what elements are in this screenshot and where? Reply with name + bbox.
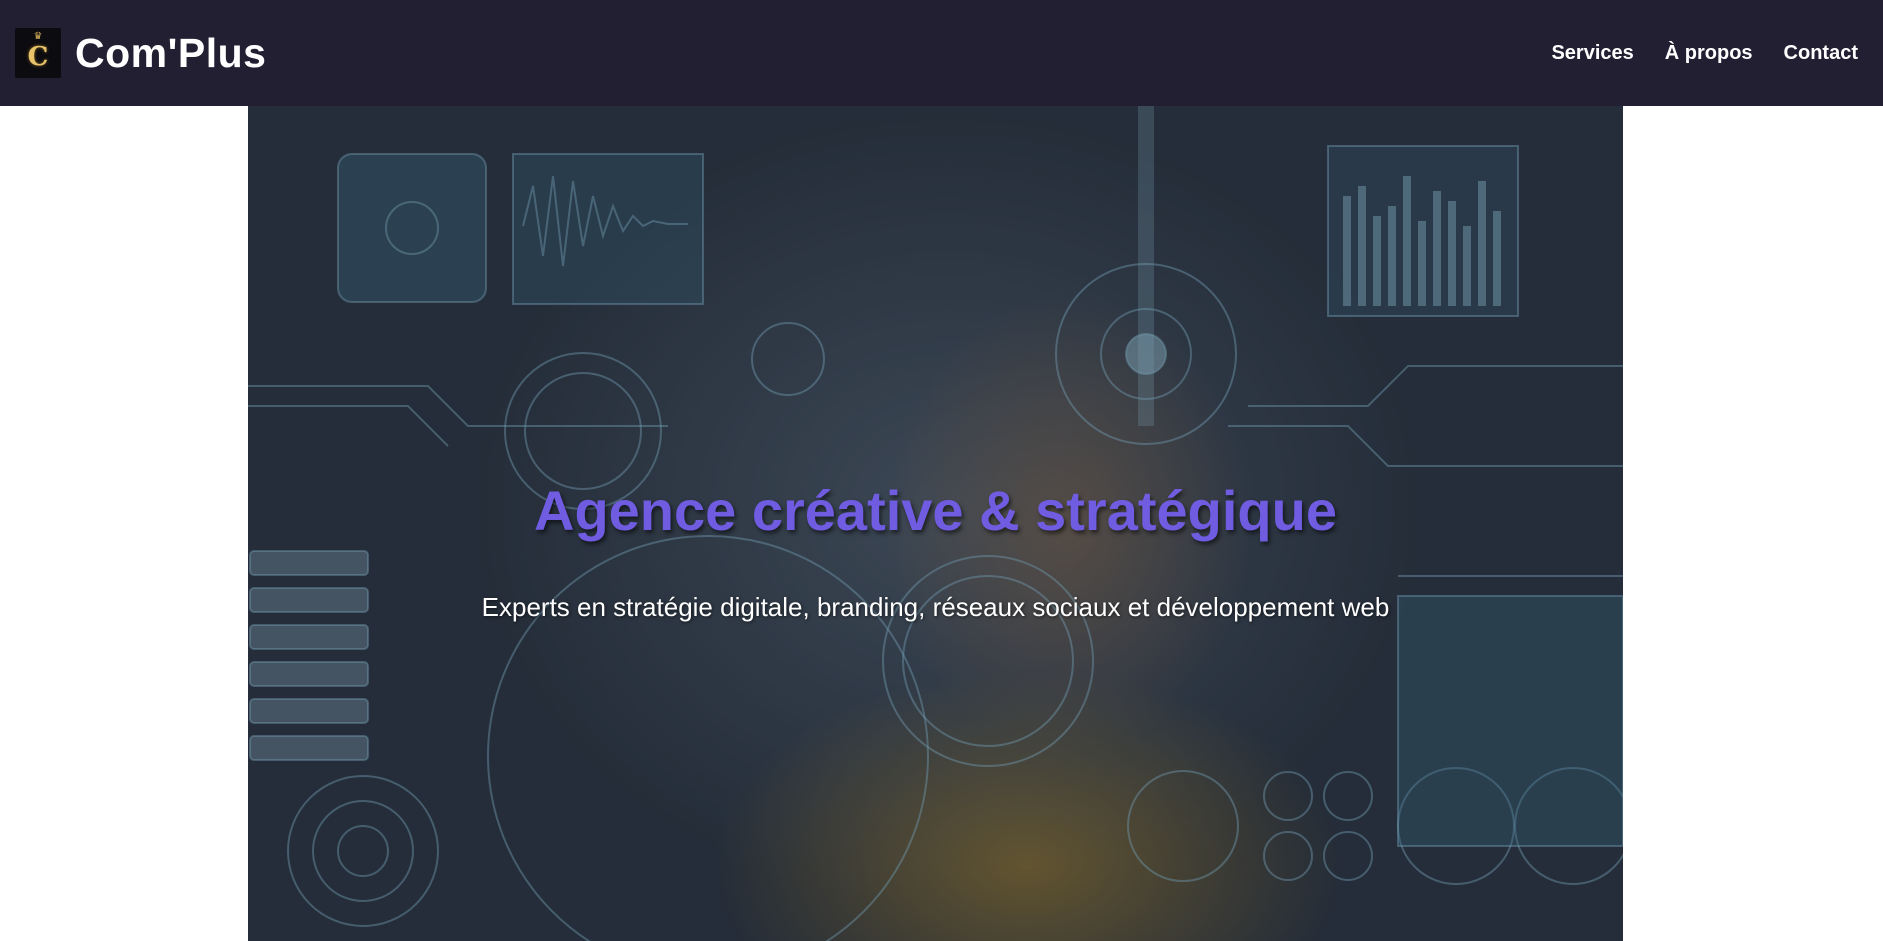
nav-link-a-propos[interactable]: À propos xyxy=(1665,42,1753,65)
crown-icon: ♛ xyxy=(33,31,43,42)
site-header: ♛ C Com'Plus Services À propos Contact xyxy=(0,0,1883,106)
hero-title: Agence créative & stratégique xyxy=(534,479,1337,542)
brand-name[interactable]: Com'Plus xyxy=(75,30,266,77)
logo[interactable]: ♛ C xyxy=(15,28,61,78)
main-nav: Services À propos Contact xyxy=(1551,42,1858,65)
hero-subtitle: Experts en stratégie digitale, branding,… xyxy=(481,592,1390,622)
hero-banner: Agence créative & stratégique Experts en… xyxy=(248,106,1623,941)
logo-letter: C xyxy=(27,42,49,72)
nav-link-contact[interactable]: Contact xyxy=(1784,42,1858,65)
nav-link-services[interactable]: Services xyxy=(1551,42,1633,65)
brand[interactable]: ♛ C Com'Plus xyxy=(15,28,266,78)
